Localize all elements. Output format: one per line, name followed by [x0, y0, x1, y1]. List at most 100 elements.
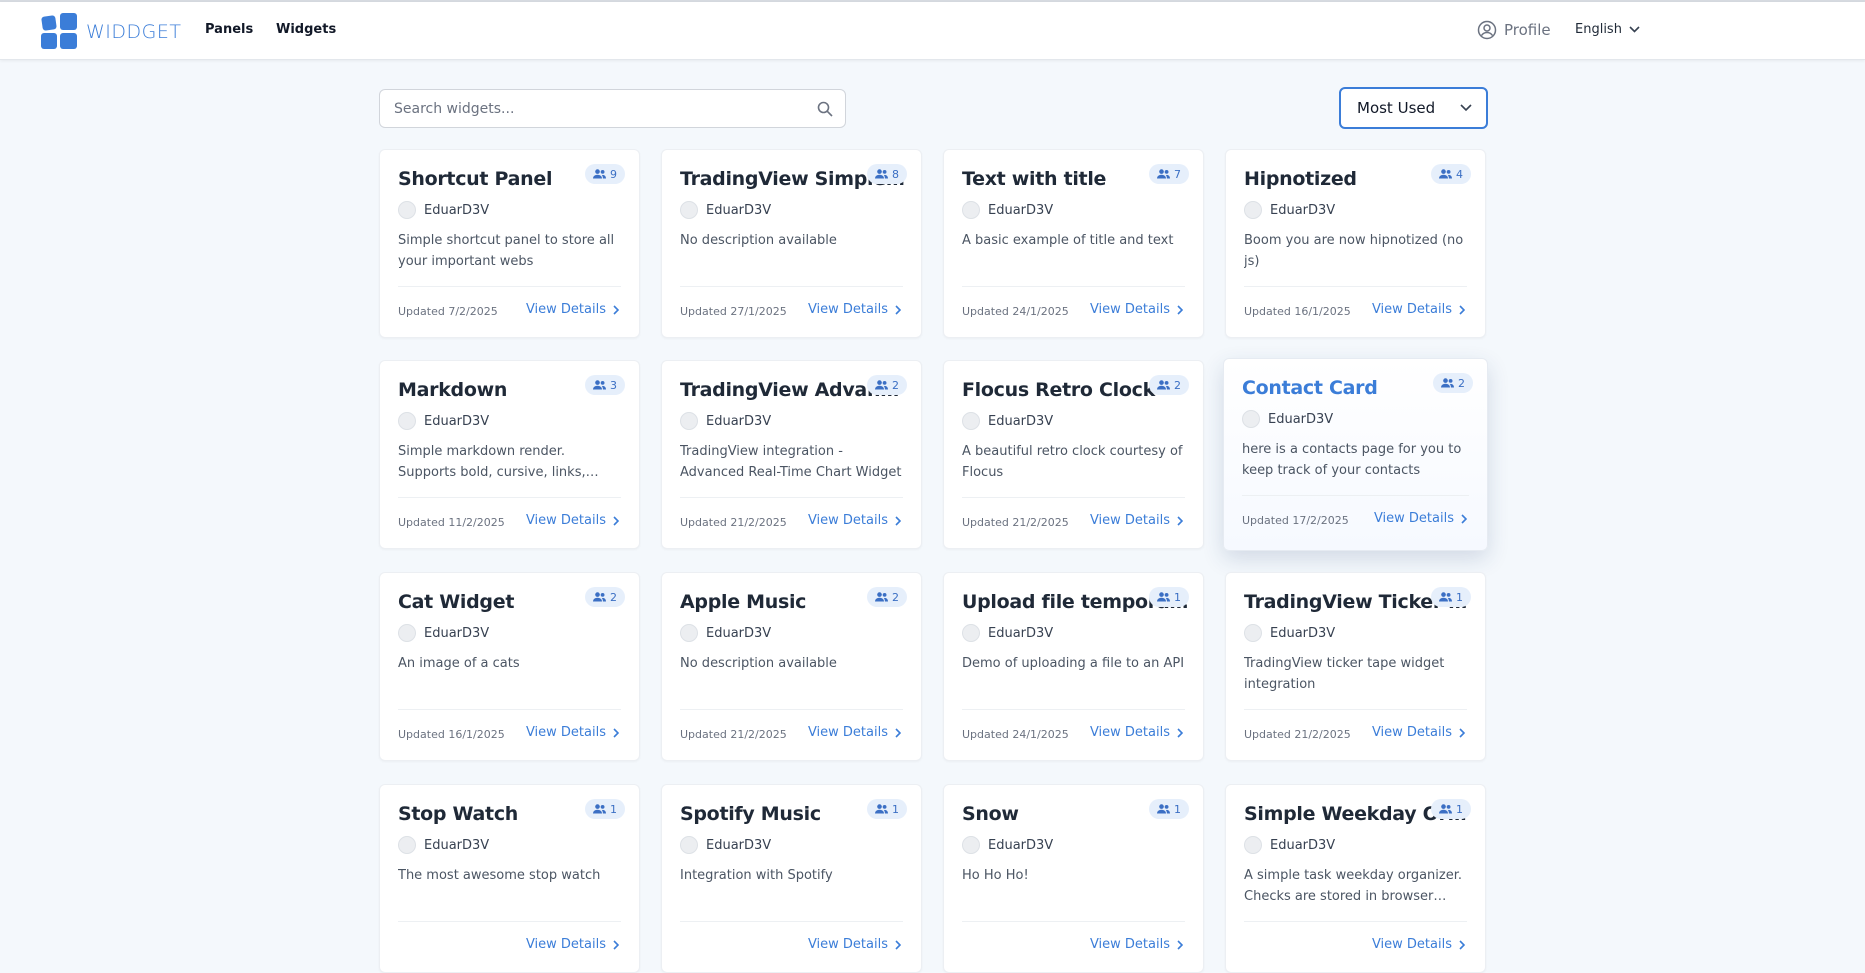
widget-card[interactable]: Flocus Retro Clock 2 EduarD3V A beautifu… — [943, 360, 1204, 549]
author-name: EduarD3V — [1270, 837, 1336, 853]
widget-card[interactable]: TradingView Simple Chart 8 EduarD3V No d… — [661, 149, 922, 338]
card-divider — [398, 286, 621, 287]
view-details-link[interactable]: View Details — [526, 513, 619, 528]
view-details-label: View Details — [807, 725, 888, 740]
search-input[interactable] — [394, 90, 794, 127]
view-details-label: View Details — [525, 725, 606, 740]
author-name: EduarD3V — [1270, 625, 1336, 641]
widget-author[interactable]: EduarD3V — [680, 412, 771, 430]
user-count: 2 — [610, 590, 617, 604]
widget-author[interactable]: EduarD3V — [398, 201, 489, 219]
widget-author[interactable]: EduarD3V — [680, 624, 771, 642]
widget-author[interactable]: EduarD3V — [680, 201, 771, 219]
view-details-link[interactable]: View Details — [526, 302, 619, 317]
search-icon[interactable] — [817, 101, 833, 117]
sort-selected-label: Most Used — [1357, 99, 1436, 117]
widget-card[interactable]: Text with title 7 EduarD3V A basic examp… — [943, 149, 1204, 338]
widget-card[interactable]: Snow 1 EduarD3V Ho Ho Ho! View Details — [943, 784, 1204, 973]
view-details-link[interactable]: View Details — [1372, 725, 1465, 740]
widget-author[interactable]: EduarD3V — [962, 624, 1053, 642]
view-details-link[interactable]: View Details — [1090, 302, 1183, 317]
widget-author[interactable]: EduarD3V — [398, 836, 489, 854]
widget-author[interactable]: EduarD3V — [1244, 201, 1335, 219]
view-details-link[interactable]: View Details — [1374, 511, 1467, 526]
chevron-down-icon — [1629, 26, 1640, 33]
users-icon — [1157, 804, 1170, 814]
avatar — [398, 836, 416, 854]
view-details-link[interactable]: View Details — [1090, 513, 1183, 528]
widget-author[interactable]: EduarD3V — [1242, 410, 1333, 428]
view-details-link[interactable]: View Details — [1090, 725, 1183, 740]
chevron-right-icon — [895, 727, 901, 738]
widget-card[interactable]: TradingView Advanced Chart 2 EduarD3V Tr… — [661, 360, 922, 549]
widget-author[interactable]: EduarD3V — [398, 624, 489, 642]
brand-logo[interactable]: WIDDGET — [41, 13, 182, 50]
widget-card[interactable]: Stop Watch 1 EduarD3V The most awesome s… — [379, 784, 640, 973]
view-details-link[interactable]: View Details — [808, 725, 901, 740]
users-icon — [875, 592, 888, 602]
user-circle-icon — [1477, 20, 1497, 40]
view-details-link[interactable]: View Details — [808, 937, 901, 952]
widget-card[interactable]: Simple Weekday Organizer 1 EduarD3V A si… — [1225, 784, 1486, 973]
avatar — [680, 836, 698, 854]
widget-author[interactable]: EduarD3V — [962, 201, 1053, 219]
widget-author[interactable]: EduarD3V — [962, 836, 1053, 854]
user-count-badge: 2 — [585, 587, 625, 607]
updated-date: Updated 7/2/2025 — [398, 305, 498, 318]
users-icon — [1439, 169, 1452, 179]
search-box — [379, 89, 846, 128]
users-icon — [1157, 169, 1170, 179]
widget-card[interactable]: Upload file temporary 1 EduarD3V Demo of… — [943, 572, 1204, 761]
author-name: EduarD3V — [1268, 411, 1334, 427]
profile-link[interactable]: Profile — [1477, 20, 1551, 40]
widget-card[interactable]: Markdown 3 EduarD3V Simple markdown rend… — [379, 360, 640, 549]
widget-card[interactable]: Cat Widget 2 EduarD3V An image of a cats… — [379, 572, 640, 761]
widget-author[interactable]: EduarD3V — [680, 836, 771, 854]
view-details-link[interactable]: View Details — [526, 937, 619, 952]
user-count: 2 — [892, 378, 899, 392]
widget-description: An image of a cats — [398, 656, 520, 671]
user-count: 7 — [1174, 167, 1181, 181]
nav-panels[interactable]: Panels — [205, 22, 253, 37]
widget-author[interactable]: EduarD3V — [1244, 624, 1335, 642]
view-details-label: View Details — [1089, 513, 1170, 528]
view-details-link[interactable]: View Details — [1090, 937, 1183, 952]
view-details-link[interactable]: View Details — [1372, 302, 1465, 317]
avatar — [1244, 201, 1262, 219]
widget-card[interactable]: Shortcut Panel 9 EduarD3V Simple shortcu… — [379, 149, 640, 338]
view-details-link[interactable]: View Details — [1372, 937, 1465, 952]
chevron-right-icon — [895, 304, 901, 315]
updated-date: Updated 17/2/2025 — [1242, 514, 1349, 527]
chevron-right-icon — [613, 727, 619, 738]
widget-author[interactable]: EduarD3V — [398, 412, 489, 430]
widget-description: here is a contacts page for you to keep … — [1242, 442, 1462, 478]
widget-card[interactable]: Spotify Music 1 EduarD3V Integration wit… — [661, 784, 922, 973]
language-selector[interactable]: English — [1575, 22, 1640, 37]
view-details-link[interactable]: View Details — [526, 725, 619, 740]
chevron-right-icon — [895, 939, 901, 950]
nav-widgets[interactable]: Widgets — [276, 22, 336, 37]
card-divider — [962, 286, 1185, 287]
user-count-badge: 2 — [1149, 375, 1189, 395]
widget-card[interactable]: Hipnotized 4 EduarD3V Boom you are now h… — [1225, 149, 1486, 338]
view-details-link[interactable]: View Details — [808, 513, 901, 528]
widget-author[interactable]: EduarD3V — [962, 412, 1053, 430]
author-name: EduarD3V — [988, 202, 1054, 218]
widget-card[interactable]: TradingView Ticker Tape 1 EduarD3V Tradi… — [1225, 572, 1486, 761]
widget-card[interactable]: Apple Music 2 EduarD3V No description av… — [661, 572, 922, 761]
view-details-label: View Details — [1371, 302, 1452, 317]
chevron-right-icon — [1177, 515, 1183, 526]
widget-author[interactable]: EduarD3V — [1244, 836, 1335, 854]
sort-select[interactable]: Most Used — [1339, 87, 1488, 129]
avatar — [1242, 410, 1260, 428]
user-count-badge: 3 — [585, 375, 625, 395]
user-count-badge: 8 — [867, 164, 907, 184]
user-count-badge: 1 — [585, 799, 625, 819]
user-count: 1 — [1174, 802, 1181, 816]
user-count: 3 — [610, 378, 617, 392]
widget-card[interactable]: Contact Card 2 EduarD3V here is a contac… — [1223, 358, 1488, 551]
users-icon — [1441, 378, 1454, 388]
view-details-link[interactable]: View Details — [808, 302, 901, 317]
view-details-label: View Details — [1371, 937, 1452, 952]
card-divider — [398, 497, 621, 498]
